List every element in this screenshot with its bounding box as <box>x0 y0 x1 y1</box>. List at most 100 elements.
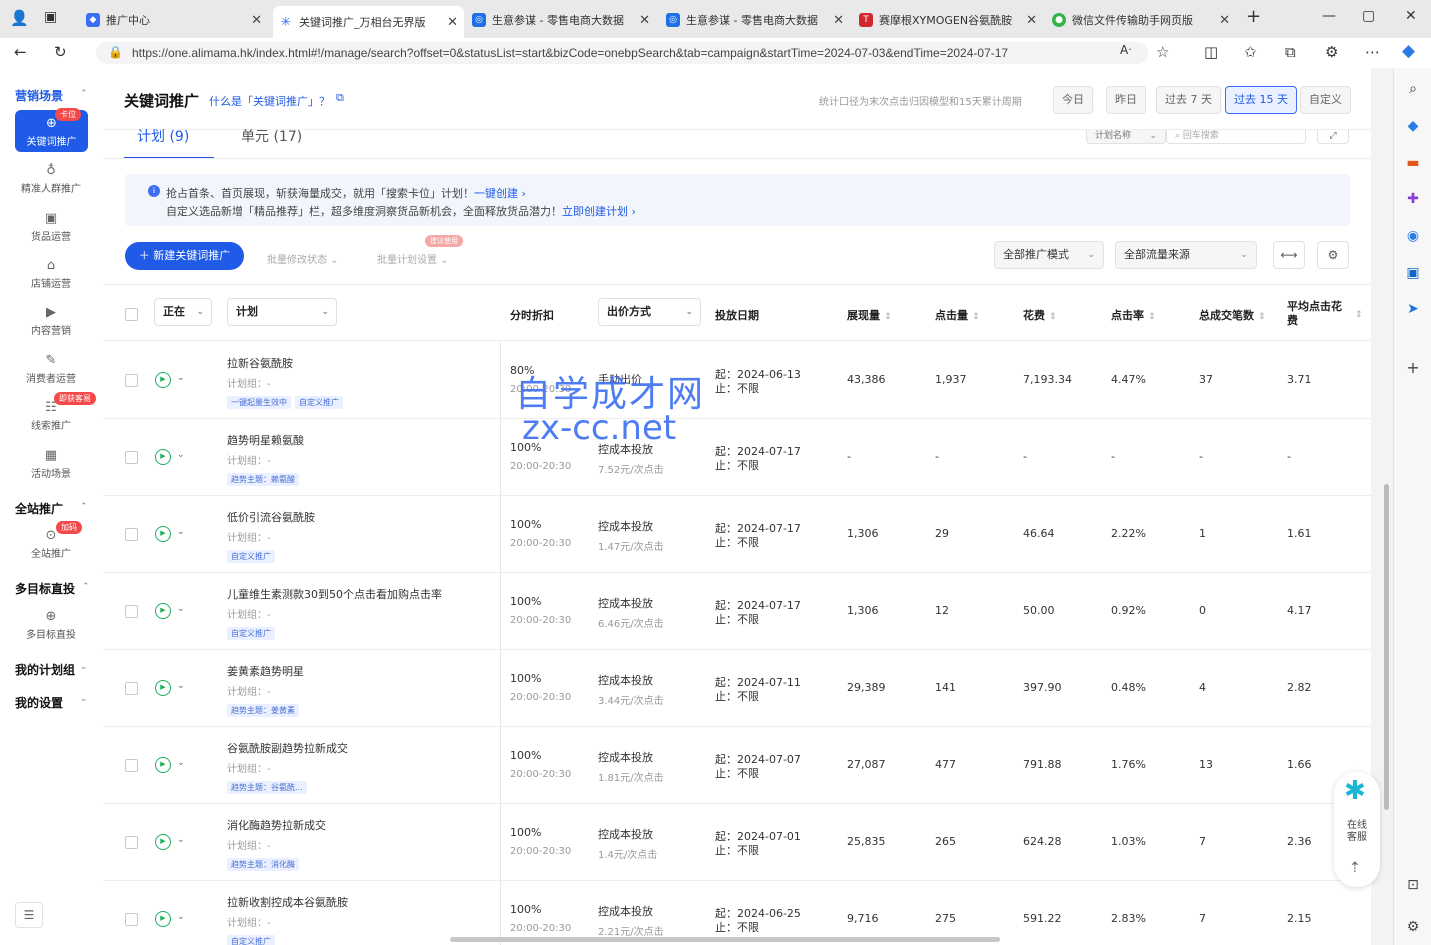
batch-settings-dropdown[interactable]: 批量计划设置 ⌄ <box>377 251 449 266</box>
favorites-icon[interactable]: ✩ <box>1244 43 1257 61</box>
chevron-down-icon[interactable]: ⌄ <box>177 835 185 845</box>
sidebar-item-consumer[interactable]: ✎ 消费者运营 <box>10 352 92 394</box>
plan-name[interactable]: 拉新谷氨酰胺 <box>227 355 293 371</box>
tab-plans[interactable]: 计划 (9) <box>137 126 189 146</box>
tab-units[interactable]: 单元 (17) <box>241 126 302 146</box>
plan-filter-select[interactable]: 计划 ⌄ <box>227 298 337 326</box>
search-field-select[interactable]: 计划名称 ⌄ <box>1086 130 1166 144</box>
screenshot-icon[interactable]: ⊡ <box>1404 876 1422 894</box>
send-icon[interactable]: ➤ <box>1404 300 1422 318</box>
batch-status-dropdown[interactable]: 批量修改状态 ⌄ <box>267 251 339 266</box>
sidebar-item-full-site[interactable]: ⊙ 全站推广 <box>10 527 92 569</box>
browser-tab-3[interactable]: ◎ 生意参谋 - 零售电商大数据 ✕ <box>466 6 656 34</box>
browser-tab-6[interactable]: ● 微信文件传输助手网页版 ✕ <box>1046 6 1236 34</box>
new-keyword-button[interactable]: ＋ 新建关键词推广 <box>125 242 244 270</box>
chevron-down-icon[interactable]: ⌄ <box>80 662 88 672</box>
maximize-icon[interactable]: ▢ <box>1362 8 1375 24</box>
play-status-icon[interactable]: ▶ <box>155 603 171 619</box>
briefcase-icon[interactable]: ▬ <box>1404 154 1422 172</box>
row-checkbox[interactable] <box>125 528 138 541</box>
col-clicks[interactable]: 点击量 ⇕ <box>935 307 980 323</box>
col-cost[interactable]: 花费 ⇕ <box>1023 307 1057 323</box>
sidebar-item-crowd[interactable]: ♁ 精准人群推广 <box>10 162 92 204</box>
close-icon[interactable]: ✕ <box>1219 13 1230 28</box>
chevron-down-icon[interactable]: ⌄ <box>177 912 185 922</box>
help-link[interactable]: 什么是「关键词推广」？ <box>209 93 330 109</box>
section-marketing-scene[interactable]: 营销场景 <box>15 87 63 104</box>
sort-icon[interactable]: ⇕ <box>1351 307 1363 320</box>
sidebar-item-activity[interactable]: ▦ 活动场景 <box>10 447 92 489</box>
profile-icon[interactable]: 👤 <box>10 9 29 27</box>
select-all-checkbox[interactable] <box>125 308 138 321</box>
row-checkbox[interactable] <box>125 451 138 464</box>
row-checkbox[interactable] <box>125 682 138 695</box>
outlook-icon[interactable]: ▣ <box>1404 264 1422 282</box>
close-icon[interactable]: ✕ <box>833 13 844 28</box>
col-ctr[interactable]: 点击率 ⇕ <box>1111 307 1156 323</box>
back-to-top-icon[interactable]: ⇡ <box>1349 860 1361 876</box>
split-screen-icon[interactable]: ◫ <box>1204 43 1218 61</box>
horizontal-scrollbar[interactable] <box>450 937 1000 942</box>
more-icon[interactable]: ⋯ <box>1365 43 1380 61</box>
plan-name[interactable]: 趋势明星赖氨酸 <box>227 432 304 448</box>
date-7days-button[interactable]: 过去 7 天 <box>1156 86 1221 114</box>
create-plan-link[interactable]: 立即创建计划 <box>562 205 628 218</box>
play-status-icon[interactable]: ▶ <box>155 834 171 850</box>
browser-tab-4[interactable]: ◎ 生意参谋 - 零售电商大数据 ✕ <box>660 6 850 34</box>
row-checkbox[interactable] <box>125 374 138 387</box>
chevron-down-icon[interactable]: ⌄ <box>177 450 185 460</box>
sidebar-item-leads[interactable]: ☷ 线索推广 <box>10 399 92 441</box>
sidebar-item-content[interactable]: ▶ 内容营销 <box>10 304 92 346</box>
read-aloud-icon[interactable]: Aᐧ <box>1120 43 1131 57</box>
tag-icon[interactable]: ◆ <box>1404 117 1422 135</box>
reload-icon[interactable]: ↻ <box>54 43 67 61</box>
chevron-down-icon[interactable]: ⌄ <box>177 604 185 614</box>
row-checkbox[interactable] <box>125 913 138 926</box>
search-input[interactable]: ⌕ 回车搜索 <box>1166 130 1306 144</box>
close-icon[interactable]: ✕ <box>1026 13 1037 28</box>
chevron-down-icon[interactable]: ⌄ <box>177 758 185 768</box>
date-15days-button[interactable]: 过去 15 天 <box>1225 86 1297 114</box>
sidebar-item-goods[interactable]: ▣ 货品运营 <box>10 210 92 252</box>
chevron-up-icon[interactable]: ⌃ <box>80 89 88 99</box>
close-icon[interactable]: ✕ <box>447 15 458 30</box>
section-plan-group[interactable]: 我的计划组 <box>15 661 75 678</box>
col-impressions[interactable]: 展现量 ⇕ <box>847 307 892 323</box>
date-yesterday-button[interactable]: 昨日 <box>1106 86 1146 114</box>
close-window-icon[interactable]: ✕ <box>1405 8 1417 24</box>
col-orders[interactable]: 总成交笔数 ⇕ <box>1199 307 1266 323</box>
source-select[interactable]: 全部流量来源 ⌄ <box>1115 241 1257 269</box>
status-filter-select[interactable]: 正在 ⌄ <box>154 298 212 326</box>
row-checkbox[interactable] <box>125 759 138 772</box>
collections-icon[interactable]: ⧉ <box>1285 43 1296 61</box>
chevron-down-icon[interactable]: ⌄ <box>177 527 185 537</box>
minimize-icon[interactable]: — <box>1322 8 1336 24</box>
section-full-site[interactable]: 全站推广 <box>15 500 63 517</box>
chevron-up-icon[interactable]: ⌃ <box>80 502 88 512</box>
mode-select[interactable]: 全部推广模式 ⌄ <box>994 241 1104 269</box>
row-checkbox[interactable] <box>125 836 138 849</box>
plan-name[interactable]: 姜黄素趋势明星 <box>227 663 304 679</box>
sidebar-item-shop[interactable]: ⌂ 店铺运营 <box>10 257 92 299</box>
play-status-icon[interactable]: ▶ <box>155 526 171 542</box>
fullscreen-icon[interactable]: ⤢ <box>1317 130 1349 144</box>
plan-name[interactable]: 儿童维生素测款30到50个点击看加购点击率 <box>227 586 442 602</box>
section-settings[interactable]: 我的设置 <box>15 694 63 711</box>
collapse-sidebar-icon[interactable]: ☰ <box>15 902 43 928</box>
online-service-widget[interactable]: ✱ 在线客服 ⇡ <box>1334 772 1380 887</box>
close-icon[interactable]: ✕ <box>251 13 262 28</box>
date-custom-button[interactable]: 自定义 <box>1300 86 1351 114</box>
chevron-down-icon[interactable]: ⌄ <box>177 681 185 691</box>
browser-tab-5[interactable]: T 赛摩根XYMOGEN谷氨酰胺 ✕ <box>853 6 1043 34</box>
tab-actions-icon[interactable]: ▣ <box>44 9 57 25</box>
add-icon[interactable]: + <box>1404 359 1422 377</box>
chevron-up-icon[interactable]: ⌃ <box>82 582 90 592</box>
close-icon[interactable]: ✕ <box>639 13 650 28</box>
vertical-scrollbar[interactable] <box>1384 484 1389 810</box>
search-icon[interactable]: ⌕ <box>1404 80 1422 98</box>
play-status-icon[interactable]: ▶ <box>155 449 171 465</box>
plan-name[interactable]: 消化酶趋势拉新成交 <box>227 817 326 833</box>
column-width-icon[interactable]: ⟷ <box>1273 241 1305 269</box>
section-multi-target[interactable]: 多目标直投 <box>15 580 75 597</box>
play-status-icon[interactable]: ▶ <box>155 757 171 773</box>
